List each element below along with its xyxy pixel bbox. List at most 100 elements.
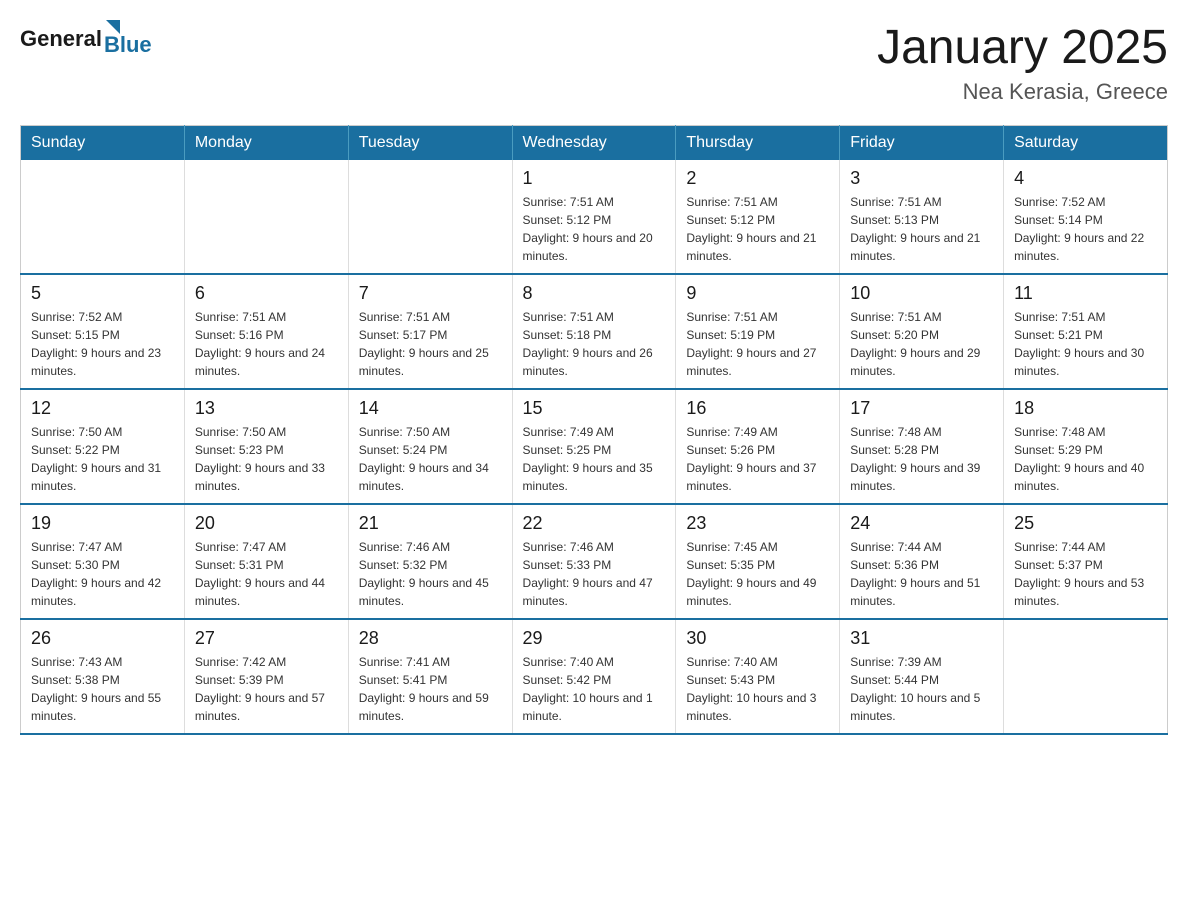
day-number: 18 <box>1014 398 1157 419</box>
weekday-header-monday: Monday <box>184 126 348 161</box>
calendar-cell: 15 Sunrise: 7:49 AM Sunset: 5:25 PM Dayli… <box>512 389 676 504</box>
day-number: 8 <box>523 283 666 304</box>
day-info: Sunrise: 7:39 AM Sunset: 5:44 PM Dayligh… <box>850 653 993 725</box>
day-number: 24 <box>850 513 993 534</box>
calendar-week-row: 19 Sunrise: 7:47 AM Sunset: 5:30 PM Dayli… <box>21 504 1168 619</box>
calendar-cell: 28 Sunrise: 7:41 AM Sunset: 5:41 PM Dayli… <box>348 619 512 734</box>
calendar-cell: 29 Sunrise: 7:40 AM Sunset: 5:42 PM Dayli… <box>512 619 676 734</box>
day-number: 10 <box>850 283 993 304</box>
calendar-week-row: 12 Sunrise: 7:50 AM Sunset: 5:22 PM Dayli… <box>21 389 1168 504</box>
calendar-week-row: 26 Sunrise: 7:43 AM Sunset: 5:38 PM Dayli… <box>21 619 1168 734</box>
calendar-title: January 2025 <box>877 20 1168 75</box>
day-info: Sunrise: 7:50 AM Sunset: 5:24 PM Dayligh… <box>359 423 502 495</box>
day-number: 22 <box>523 513 666 534</box>
day-number: 27 <box>195 628 338 649</box>
day-number: 5 <box>31 283 174 304</box>
day-info: Sunrise: 7:46 AM Sunset: 5:33 PM Dayligh… <box>523 538 666 610</box>
weekday-header-sunday: Sunday <box>21 126 185 161</box>
day-number: 29 <box>523 628 666 649</box>
day-number: 9 <box>686 283 829 304</box>
day-number: 16 <box>686 398 829 419</box>
day-number: 20 <box>195 513 338 534</box>
day-info: Sunrise: 7:45 AM Sunset: 5:35 PM Dayligh… <box>686 538 829 610</box>
calendar-cell <box>21 160 185 274</box>
calendar-cell: 25 Sunrise: 7:44 AM Sunset: 5:37 PM Dayli… <box>1004 504 1168 619</box>
day-info: Sunrise: 7:42 AM Sunset: 5:39 PM Dayligh… <box>195 653 338 725</box>
day-info: Sunrise: 7:52 AM Sunset: 5:14 PM Dayligh… <box>1014 193 1157 265</box>
page-header: General Blue January 2025 Nea Kerasia, G… <box>20 20 1168 105</box>
calendar-week-row: 1 Sunrise: 7:51 AM Sunset: 5:12 PM Daylig… <box>21 160 1168 274</box>
day-number: 4 <box>1014 168 1157 189</box>
calendar-week-row: 5 Sunrise: 7:52 AM Sunset: 5:15 PM Daylig… <box>21 274 1168 389</box>
day-info: Sunrise: 7:51 AM Sunset: 5:12 PM Dayligh… <box>686 193 829 265</box>
calendar-cell: 5 Sunrise: 7:52 AM Sunset: 5:15 PM Daylig… <box>21 274 185 389</box>
calendar-cell: 13 Sunrise: 7:50 AM Sunset: 5:23 PM Dayli… <box>184 389 348 504</box>
day-number: 6 <box>195 283 338 304</box>
weekday-header-row: SundayMondayTuesdayWednesdayThursdayFrid… <box>21 126 1168 161</box>
day-info: Sunrise: 7:50 AM Sunset: 5:23 PM Dayligh… <box>195 423 338 495</box>
day-number: 26 <box>31 628 174 649</box>
day-number: 23 <box>686 513 829 534</box>
calendar-cell: 30Sunrise: 7:40 AM Sunset: 5:43 PM Dayli… <box>676 619 840 734</box>
day-number: 3 <box>850 168 993 189</box>
day-number: 7 <box>359 283 502 304</box>
calendar-cell: 8Sunrise: 7:51 AM Sunset: 5:18 PM Daylig… <box>512 274 676 389</box>
calendar-cell: 23 Sunrise: 7:45 AM Sunset: 5:35 PM Dayli… <box>676 504 840 619</box>
day-info: Sunrise: 7:49 AM Sunset: 5:26 PM Dayligh… <box>686 423 829 495</box>
calendar-cell: 11 Sunrise: 7:51 AM Sunset: 5:21 PM Dayli… <box>1004 274 1168 389</box>
weekday-header-saturday: Saturday <box>1004 126 1168 161</box>
day-number: 21 <box>359 513 502 534</box>
logo-blue-section: Blue <box>104 20 152 58</box>
calendar-cell: 19 Sunrise: 7:47 AM Sunset: 5:30 PM Dayli… <box>21 504 185 619</box>
day-info: Sunrise: 7:46 AM Sunset: 5:32 PM Dayligh… <box>359 538 502 610</box>
day-info: Sunrise: 7:41 AM Sunset: 5:41 PM Dayligh… <box>359 653 502 725</box>
calendar-cell: 22 Sunrise: 7:46 AM Sunset: 5:33 PM Dayli… <box>512 504 676 619</box>
day-number: 11 <box>1014 283 1157 304</box>
day-info: Sunrise: 7:44 AM Sunset: 5:36 PM Dayligh… <box>850 538 993 610</box>
calendar-cell: 1 Sunrise: 7:51 AM Sunset: 5:12 PM Daylig… <box>512 160 676 274</box>
day-info: Sunrise: 7:51 AM Sunset: 5:13 PM Dayligh… <box>850 193 993 265</box>
day-number: 17 <box>850 398 993 419</box>
day-info: Sunrise: 7:50 AM Sunset: 5:22 PM Dayligh… <box>31 423 174 495</box>
calendar-cell: 2 Sunrise: 7:51 AM Sunset: 5:12 PM Daylig… <box>676 160 840 274</box>
day-info: Sunrise: 7:48 AM Sunset: 5:29 PM Dayligh… <box>1014 423 1157 495</box>
calendar-cell: 31 Sunrise: 7:39 AM Sunset: 5:44 PM Dayli… <box>840 619 1004 734</box>
calendar-cell: 24 Sunrise: 7:44 AM Sunset: 5:36 PM Dayli… <box>840 504 1004 619</box>
weekday-header-friday: Friday <box>840 126 1004 161</box>
day-info: Sunrise: 7:43 AM Sunset: 5:38 PM Dayligh… <box>31 653 174 725</box>
calendar-cell: 16 Sunrise: 7:49 AM Sunset: 5:26 PM Dayli… <box>676 389 840 504</box>
day-info: Sunrise: 7:51 AM Sunset: 5:12 PM Dayligh… <box>523 193 666 265</box>
day-number: 25 <box>1014 513 1157 534</box>
day-info: Sunrise: 7:51 AM Sunset: 5:16 PM Dayligh… <box>195 308 338 380</box>
calendar-cell: 14 Sunrise: 7:50 AM Sunset: 5:24 PM Dayli… <box>348 389 512 504</box>
day-info: Sunrise: 7:49 AM Sunset: 5:25 PM Dayligh… <box>523 423 666 495</box>
day-info: Sunrise: 7:52 AM Sunset: 5:15 PM Dayligh… <box>31 308 174 380</box>
day-number: 31 <box>850 628 993 649</box>
day-number: 19 <box>31 513 174 534</box>
calendar-cell: 20Sunrise: 7:47 AM Sunset: 5:31 PM Dayli… <box>184 504 348 619</box>
calendar-subtitle: Nea Kerasia, Greece <box>877 79 1168 105</box>
day-number: 15 <box>523 398 666 419</box>
day-number: 28 <box>359 628 502 649</box>
calendar-cell: 27 Sunrise: 7:42 AM Sunset: 5:39 PM Dayli… <box>184 619 348 734</box>
logo: General Blue <box>20 20 152 58</box>
day-number: 13 <box>195 398 338 419</box>
day-info: Sunrise: 7:47 AM Sunset: 5:30 PM Dayligh… <box>31 538 174 610</box>
day-number: 14 <box>359 398 502 419</box>
day-info: Sunrise: 7:44 AM Sunset: 5:37 PM Dayligh… <box>1014 538 1157 610</box>
calendar-table: SundayMondayTuesdayWednesdayThursdayFrid… <box>20 125 1168 735</box>
weekday-header-thursday: Thursday <box>676 126 840 161</box>
day-info: Sunrise: 7:51 AM Sunset: 5:17 PM Dayligh… <box>359 308 502 380</box>
calendar-cell: 10Sunrise: 7:51 AM Sunset: 5:20 PM Dayli… <box>840 274 1004 389</box>
calendar-cell: 12 Sunrise: 7:50 AM Sunset: 5:22 PM Dayli… <box>21 389 185 504</box>
day-number: 2 <box>686 168 829 189</box>
logo-blue-text: Blue <box>104 32 152 58</box>
day-info: Sunrise: 7:40 AM Sunset: 5:42 PM Dayligh… <box>523 653 666 725</box>
day-info: Sunrise: 7:51 AM Sunset: 5:21 PM Dayligh… <box>1014 308 1157 380</box>
day-number: 1 <box>523 168 666 189</box>
calendar-cell: 3 Sunrise: 7:51 AM Sunset: 5:13 PM Daylig… <box>840 160 1004 274</box>
calendar-cell: 18 Sunrise: 7:48 AM Sunset: 5:29 PM Dayli… <box>1004 389 1168 504</box>
weekday-header-wednesday: Wednesday <box>512 126 676 161</box>
day-number: 12 <box>31 398 174 419</box>
day-info: Sunrise: 7:48 AM Sunset: 5:28 PM Dayligh… <box>850 423 993 495</box>
